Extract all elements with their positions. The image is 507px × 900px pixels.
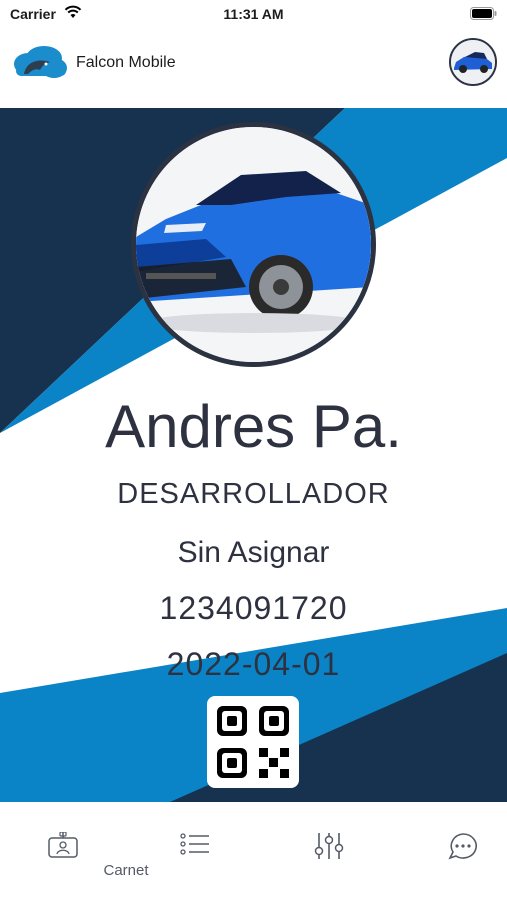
- status-bar: Carrier 11:31 AM: [0, 0, 507, 28]
- tab-settings[interactable]: [266, 802, 392, 882]
- employee-date: 2022-04-01: [166, 646, 341, 682]
- employee-department: Sin Asignar: [177, 536, 330, 569]
- employee-photo: [131, 122, 376, 367]
- chat-icon: [448, 833, 477, 860]
- employee-role: DESARROLLADOR: [117, 478, 390, 510]
- profile-avatar[interactable]: [449, 38, 497, 86]
- sliders-icon: [314, 833, 344, 859]
- id-badge-icon: [48, 832, 78, 858]
- qr-code-button[interactable]: [207, 696, 299, 788]
- list-icon: [180, 833, 209, 855]
- employee-id-number: 1234091720: [159, 590, 348, 626]
- falcon-logo-icon: [14, 46, 67, 78]
- status-time: 11:31 AM: [223, 6, 284, 22]
- car-thumbnail-icon: [451, 40, 495, 84]
- app-title: Falcon Mobile: [76, 54, 176, 71]
- tab-carnet[interactable]: Carnet: [0, 802, 149, 882]
- battery-icon: [470, 7, 497, 20]
- tab-list[interactable]: [132, 802, 258, 882]
- employee-name: Andres Pa.: [105, 393, 402, 460]
- tab-chat[interactable]: [400, 802, 507, 882]
- app-header: Falcon Mobile: [0, 28, 507, 108]
- id-card: Andres Pa. DESARROLLADOR Sin Asignar 123…: [0, 108, 507, 802]
- tab-bar: Carnet: [0, 802, 507, 900]
- car-photo-icon: [136, 127, 371, 362]
- qr-code-icon: [217, 706, 289, 778]
